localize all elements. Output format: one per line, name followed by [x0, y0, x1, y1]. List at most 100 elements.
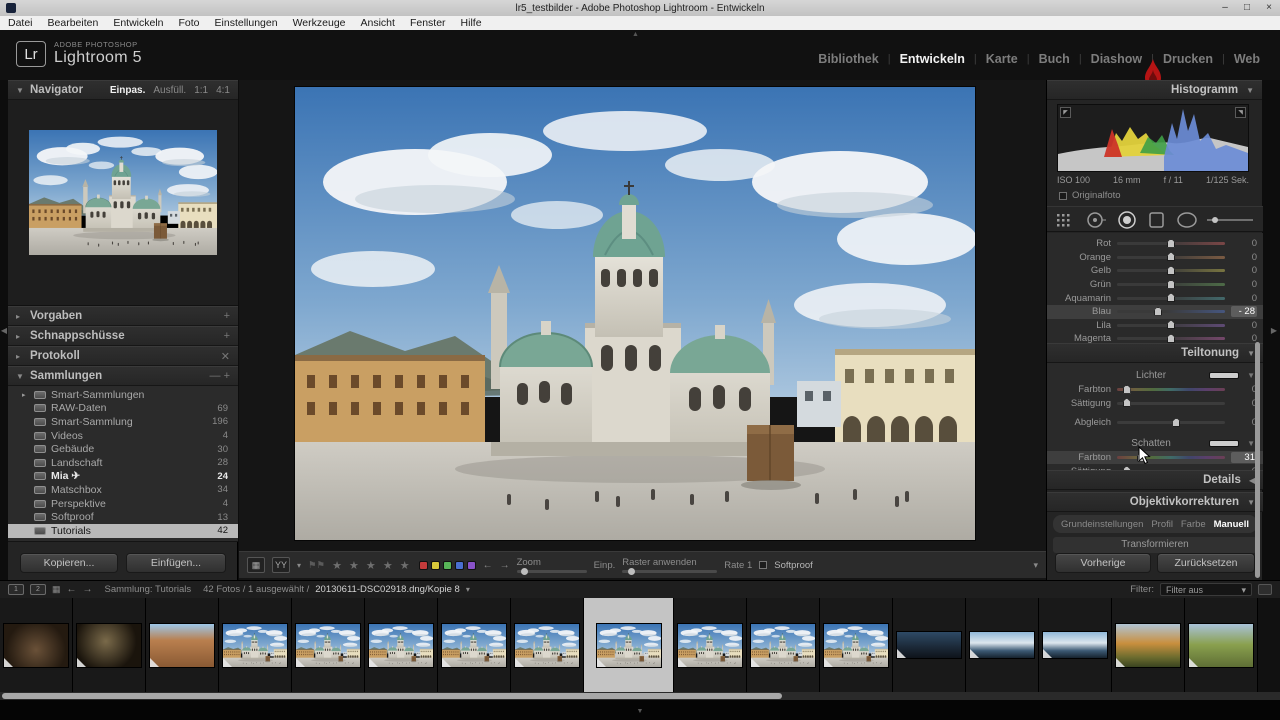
slider-thumb[interactable] [1167, 293, 1175, 303]
color-label-4[interactable] [466, 560, 476, 570]
lens-tab-manuell[interactable]: Manuell [1214, 519, 1249, 530]
slider-thumb[interactable] [1167, 238, 1175, 248]
filter-toggle[interactable] [1258, 584, 1272, 595]
menu-fenster[interactable]: Fenster [410, 17, 446, 29]
panel-protokoll[interactable]: ▸ Protokoll ✕ [8, 346, 238, 366]
module-bibliothek[interactable]: Bibliothek [818, 52, 878, 66]
module-entwickeln[interactable]: Entwickeln [900, 52, 965, 66]
slider-track[interactable] [1117, 320, 1225, 330]
histogram-header[interactable]: Histogramm ▼ [1047, 80, 1262, 100]
menu-einstellungen[interactable]: Einstellungen [215, 17, 278, 29]
collection-geb-ude[interactable]: Gebäude 30 [8, 442, 238, 456]
split-toning-header[interactable]: Teiltonung ▼ [1047, 343, 1263, 363]
collapse-bottom-icon[interactable]: ▼ [637, 708, 644, 715]
collection-mia-[interactable]: Mia ✈ 24 [8, 470, 238, 484]
shadow-clipping-indicator[interactable]: ◤ [1060, 107, 1071, 118]
slider-thumb[interactable] [1167, 279, 1175, 289]
module-web[interactable]: Web [1234, 52, 1260, 66]
slider-track[interactable] [1117, 384, 1225, 394]
slider-thumb[interactable] [1154, 306, 1163, 316]
reset-button[interactable]: Zurücksetzen [1157, 553, 1255, 573]
slider-track[interactable] [1117, 265, 1225, 275]
collection-smart-sammlung[interactable]: Smart-Sammlung 196 [8, 415, 238, 429]
slider-track[interactable] [1117, 398, 1225, 408]
second-window-icon[interactable]: 2 [30, 584, 46, 595]
loupe-view-icon[interactable]: ▦ [247, 557, 265, 573]
color-label-1[interactable] [430, 560, 440, 570]
before-after-icon[interactable]: YY [272, 557, 290, 573]
filmstrip-thumb-16[interactable] [1185, 598, 1258, 692]
slider-track[interactable] [1117, 306, 1225, 316]
collection-raw-daten[interactable]: RAW-Daten 69 [8, 402, 238, 416]
filmstrip-thumb-7[interactable] [511, 598, 584, 692]
collection-landschaft[interactable]: Landschaft 28 [8, 456, 238, 470]
slider-thumb[interactable] [1172, 417, 1181, 427]
filmstrip-thumb-11[interactable] [820, 598, 893, 692]
filmstrip-caret-icon[interactable]: ▾ [466, 585, 470, 594]
details-header[interactable]: Details ◀ [1047, 470, 1263, 490]
grid-overlay-slider[interactable] [622, 568, 718, 575]
menu-entwickeln[interactable]: Entwickeln [113, 17, 163, 29]
menu-hilfe[interactable]: Hilfe [461, 17, 482, 29]
lens-corrections-header[interactable]: Objektivkorrekturen ▼ [1047, 492, 1263, 512]
module-drucken[interactable]: Drucken [1163, 52, 1213, 66]
titlebar[interactable]: lr5_testbilder - Adobe Photoshop Lightro… [0, 0, 1280, 16]
softproof-checkbox[interactable] [759, 561, 768, 569]
slider-thumb[interactable] [1122, 398, 1131, 408]
filmstrip-thumb-4[interactable] [292, 598, 365, 692]
module-karte[interactable]: Karte [986, 52, 1018, 66]
collection-tutorials[interactable]: Tutorials 42 [8, 523, 238, 538]
filmstrip-source[interactable]: Sammlung: Tutorials [105, 584, 192, 595]
menu-werkzeuge[interactable]: Werkzeuge [293, 17, 346, 29]
collection-matschbox[interactable]: Matschbox 34 [8, 483, 238, 497]
create-preset-icon[interactable]: + [224, 310, 230, 322]
filmstrip-thumb-1[interactable] [73, 598, 146, 692]
filmstrip-scrollbar[interactable] [2, 693, 782, 699]
close-button[interactable]: × [1262, 1, 1276, 15]
go-back-icon[interactable]: ← [67, 584, 77, 595]
right-panel-scrollbar[interactable] [1255, 342, 1260, 578]
color-label-2[interactable] [442, 560, 452, 570]
toolbar-caret-icon[interactable]: ▾ [1033, 560, 1038, 571]
color-label-0[interactable] [418, 560, 428, 570]
nav-zoom-1:1[interactable]: 1:1 [194, 85, 208, 96]
collection-softproof[interactable]: Softproof 13 [8, 510, 238, 524]
transform-label[interactable]: Transformieren [1053, 537, 1257, 553]
clear-history-icon[interactable]: ✕ [221, 350, 230, 363]
shadows-color-swatch[interactable] [1209, 439, 1240, 447]
filmstrip-thumb-5[interactable] [365, 598, 438, 692]
slider-thumb[interactable] [1167, 333, 1175, 343]
panel-sammlungen[interactable]: ▼ Sammlungen — + [8, 366, 238, 386]
star-rating[interactable]: ★ ★ ★ ★ ★ [332, 559, 412, 572]
paste-settings-button[interactable]: Einfügen... [126, 553, 226, 573]
filmstrip-thumb-13[interactable] [966, 598, 1039, 692]
grid-view-icon[interactable]: ▦ [52, 584, 61, 595]
next-photo-icon[interactable]: → [500, 560, 510, 571]
photo-canvas[interactable] [295, 87, 975, 540]
slider-track[interactable] [1117, 238, 1225, 248]
previous-photo-icon[interactable]: ← [483, 560, 493, 571]
histogram[interactable]: ◤ ◥ [1057, 104, 1249, 172]
nav-zoom-Einpas[interactable]: Einpas. [110, 85, 146, 96]
filmstrip-thumb-6[interactable] [438, 598, 511, 692]
module-diashow[interactable]: Diashow [1091, 52, 1142, 66]
lens-tab-farbe[interactable]: Farbe [1181, 519, 1206, 530]
original-photo-row[interactable]: Originalfoto [1059, 190, 1121, 201]
left-panel-collapse-arrow[interactable]: ◀ [0, 80, 8, 580]
slider-track[interactable] [1117, 417, 1225, 427]
filmstrip-thumb-2[interactable] [146, 598, 219, 692]
menu-datei[interactable]: Datei [8, 17, 33, 29]
copy-settings-button[interactable]: Kopieren... [20, 553, 118, 573]
slider-thumb[interactable] [1122, 384, 1131, 394]
lens-tab-grundeinstellungen[interactable]: Grundeinstellungen [1061, 519, 1143, 530]
nav-zoom-4:1[interactable]: 4:1 [216, 85, 230, 96]
panel-schnappschuesse[interactable]: ▸ Schnappschüsse + [8, 326, 238, 346]
lens-tab-profil[interactable]: Profil [1151, 519, 1173, 530]
original-photo-checkbox[interactable] [1059, 191, 1067, 200]
maximize-button[interactable]: □ [1240, 1, 1254, 15]
go-forward-icon[interactable]: → [83, 584, 93, 595]
minimize-button[interactable]: – [1218, 1, 1232, 15]
menu-bearbeiten[interactable]: Bearbeiten [48, 17, 99, 29]
navigator-preview[interactable] [29, 130, 217, 255]
collection-videos[interactable]: Videos 4 [8, 429, 238, 443]
